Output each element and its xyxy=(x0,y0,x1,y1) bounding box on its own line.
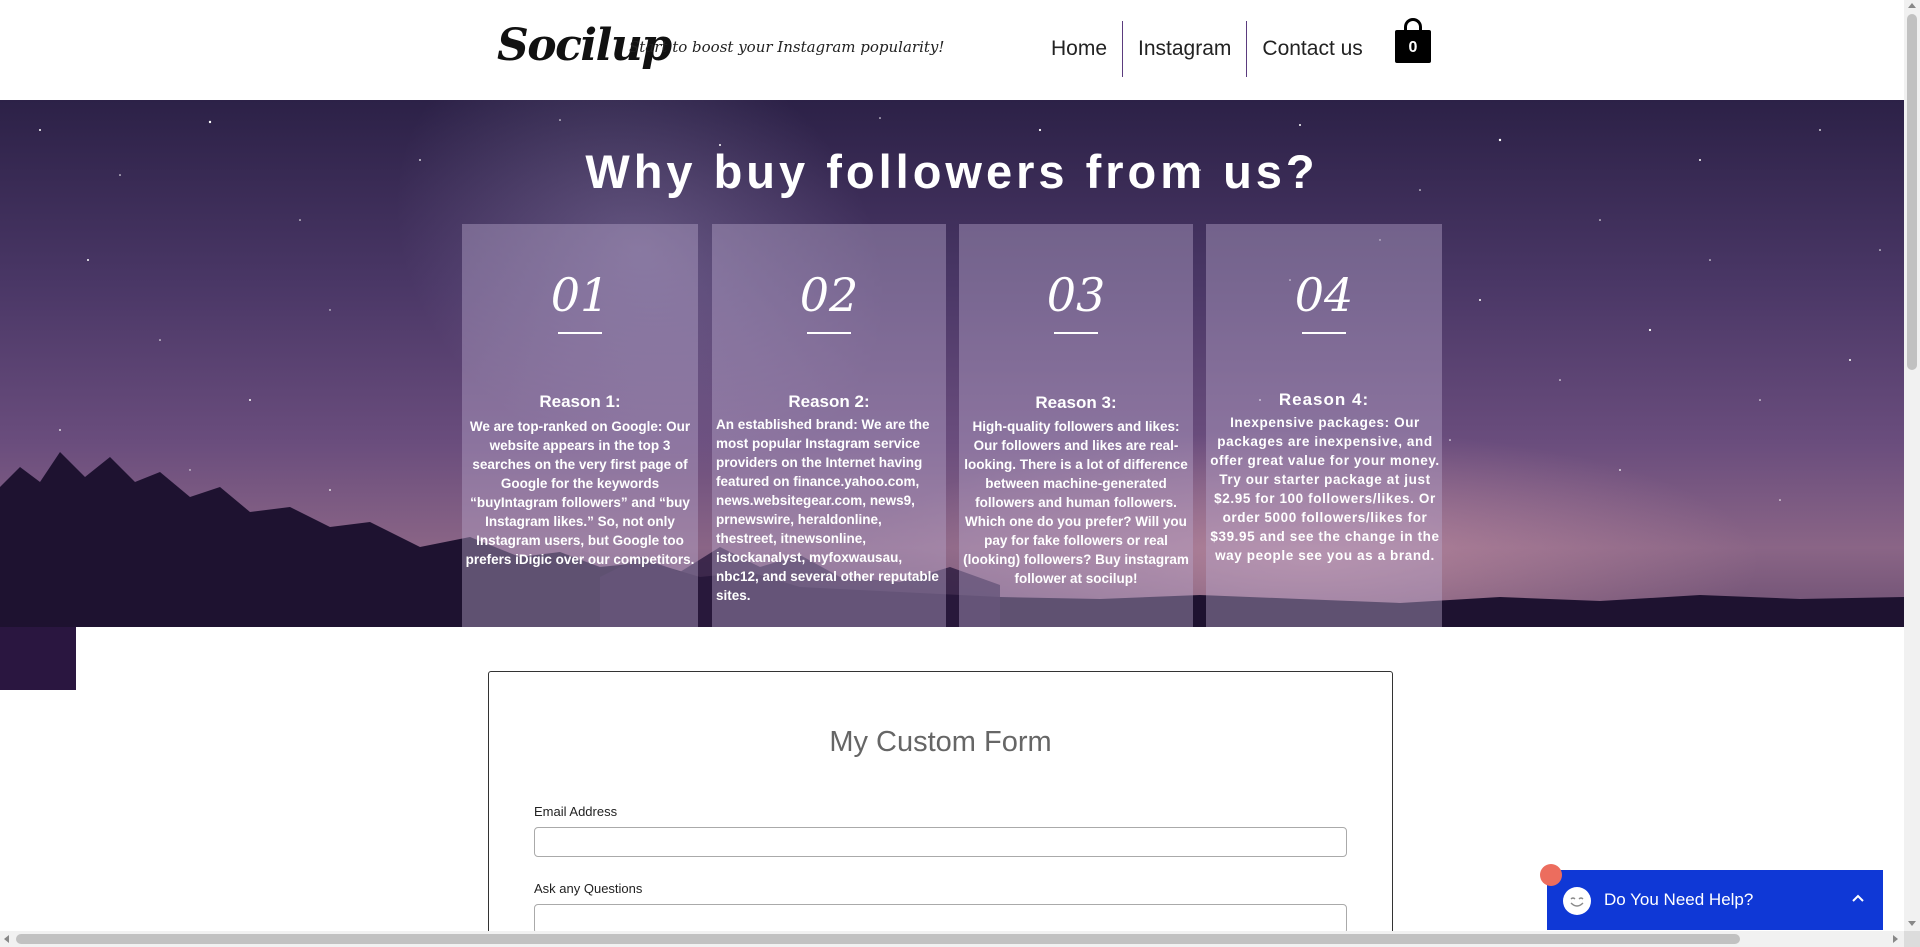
email-label: Email Address xyxy=(534,804,618,819)
nav-contact-us[interactable]: Contact us xyxy=(1247,21,1377,77)
reason-number: 02 xyxy=(799,268,859,322)
hero-section: Why buy followers from us? 01 Reason 1: … xyxy=(0,100,1904,627)
vertical-scrollbar[interactable] xyxy=(1904,0,1920,947)
smiley-icon xyxy=(1563,887,1591,915)
custom-form: My Custom Form Email Address Ask any Que… xyxy=(488,671,1393,947)
reason-body: High-quality followers and likes: Our fo… xyxy=(963,419,1189,586)
reason-card-1: 01 Reason 1: We are top-ranked on Google… xyxy=(462,224,698,627)
reason-card-4: 04 Reason 4: Inexpensive packages: Our p… xyxy=(1206,224,1442,627)
hero-title: Why buy followers from us? xyxy=(585,145,1319,198)
scroll-right-arrow-icon[interactable] xyxy=(1893,935,1898,943)
horizontal-scroll-thumb[interactable] xyxy=(16,934,1740,944)
reason-divider xyxy=(807,332,851,334)
reason-divider xyxy=(558,332,602,334)
reason-title: Reason 3: xyxy=(1035,393,1117,412)
email-field[interactable] xyxy=(534,827,1347,857)
reason-body: We are top-ranked on Google: Our website… xyxy=(465,419,695,567)
reason-number: 04 xyxy=(1294,268,1354,322)
decorative-block xyxy=(0,627,76,690)
notification-dot xyxy=(1540,864,1562,886)
reason-number: 03 xyxy=(1046,268,1106,322)
main-nav: Home Instagram Contact us xyxy=(1036,21,1378,77)
reason-card-3: 03 Reason 3: High-quality followers and … xyxy=(959,224,1193,627)
chevron-up-icon[interactable] xyxy=(1850,890,1866,906)
reason-title: Reason 2: xyxy=(788,392,870,411)
scroll-up-arrow-icon[interactable] xyxy=(1908,3,1916,8)
reason-number: 01 xyxy=(550,268,610,322)
site-tagline: Start to boost your Instagram popularity… xyxy=(629,38,945,56)
horizontal-scrollbar[interactable] xyxy=(0,931,1904,947)
scrollbar-corner xyxy=(1904,931,1920,947)
vertical-scroll-thumb[interactable] xyxy=(1907,14,1917,370)
questions-label: Ask any Questions xyxy=(534,881,643,896)
scroll-left-arrow-icon[interactable] xyxy=(4,935,9,943)
nav-home[interactable]: Home xyxy=(1036,21,1122,77)
reason-divider xyxy=(1302,332,1346,334)
reason-title: Reason 4: xyxy=(1278,390,1370,409)
form-title: My Custom Form xyxy=(829,726,1052,758)
scroll-down-arrow-icon[interactable] xyxy=(1908,921,1916,926)
reason-divider xyxy=(1054,332,1098,334)
chat-label: Do You Need Help? xyxy=(1604,890,1754,909)
site-header: Socilup Start to boost your Instagram po… xyxy=(0,0,1904,100)
reason-card-2: 02 Reason 2: An established brand: We ar… xyxy=(712,224,946,627)
shopping-bag-icon[interactable]: 0 xyxy=(1395,18,1431,64)
reason-body: Inexpensive packages: Our packages are i… xyxy=(1210,415,1440,563)
questions-field[interactable] xyxy=(534,904,1347,934)
reason-title: Reason 1: xyxy=(539,392,621,411)
reason-body: An established brand: We are the most po… xyxy=(716,417,939,603)
tree-silhouette xyxy=(0,452,1904,627)
page: Socilup Start to boost your Instagram po… xyxy=(0,0,1920,947)
cart-count: 0 xyxy=(1395,30,1431,63)
nav-instagram[interactable]: Instagram xyxy=(1123,21,1246,77)
help-chat-widget[interactable]: Do You Need Help? xyxy=(1547,870,1883,930)
